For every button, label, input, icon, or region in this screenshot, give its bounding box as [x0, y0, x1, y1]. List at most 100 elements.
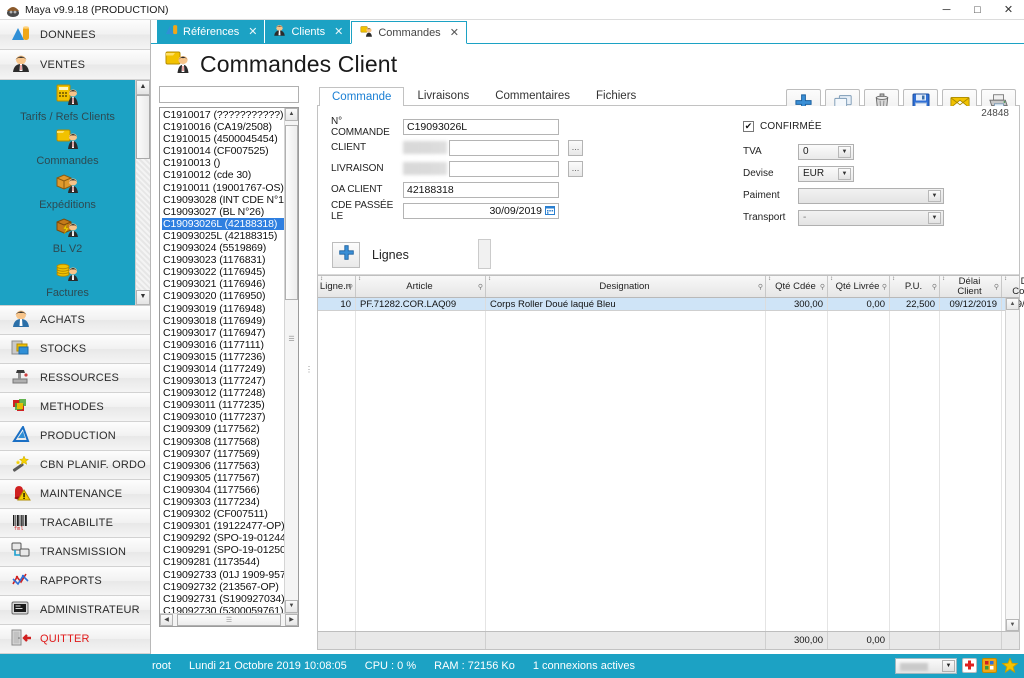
tab-references[interactable]: Références ✕: [157, 20, 265, 43]
chevron-down-icon[interactable]: ▼: [928, 211, 941, 224]
sidebar-item-bl-v2[interactable]: BL V2: [0, 216, 135, 255]
list-item[interactable]: C1910013 (): [162, 157, 284, 169]
livraison-browse-button[interactable]: …: [568, 160, 583, 177]
search-input[interactable]: [159, 86, 299, 103]
table-cell[interactable]: 09/12/2019: [940, 298, 1002, 310]
grid-header-cell[interactable]: ↕ Designation ⚲: [486, 276, 766, 297]
list-item[interactable]: C1910016 (CA19/2508): [162, 121, 284, 133]
filter-icon[interactable]: ⚲: [348, 283, 353, 293]
list-item[interactable]: C1909304 (1177566): [162, 484, 284, 496]
numero-commande-input[interactable]: [403, 118, 559, 135]
sidebar-item-commandes[interactable]: Commandes: [0, 128, 135, 167]
list-item[interactable]: C19093023 (1176831): [162, 254, 284, 266]
scroll-thumb-h[interactable]: ☰: [177, 614, 281, 626]
detail-tab-commentaires[interactable]: Commentaires: [482, 86, 583, 105]
close-icon[interactable]: ✕: [248, 25, 257, 38]
confirmed-checkbox-row[interactable]: ✔ CONFIRMÉE: [743, 118, 1019, 134]
filter-icon[interactable]: ⚲: [478, 283, 483, 293]
list-item[interactable]: C19093017 (1176947): [162, 327, 284, 339]
table-row[interactable]: 10 PF.71282.COR.LAQ09 Corps Roller Doué la…: [318, 298, 1024, 311]
close-button[interactable]: ✕: [993, 0, 1024, 20]
list-item[interactable]: C1910017 (???????????): [162, 109, 284, 121]
apps-grid-icon[interactable]: [982, 657, 997, 675]
list-item[interactable]: C1909281 (1173544): [162, 556, 284, 568]
sort-icon[interactable]: ↕: [320, 276, 323, 282]
list-item[interactable]: C1909302 (CF007511): [162, 508, 284, 520]
subpanel-scrollbar[interactable]: ▲ ▼: [135, 80, 150, 305]
scroll-right-arrow[interactable]: ▶: [285, 614, 298, 626]
grid-header-cell[interactable]: ↕ Ligne.n ⚲: [318, 276, 356, 297]
list-item[interactable]: C19093027 (BL N°26): [162, 206, 284, 218]
detail-tab-fichiers[interactable]: Fichiers: [583, 86, 649, 105]
lines-scroll-stub[interactable]: [478, 239, 491, 269]
grid-header-cell[interactable]: ↕ Qté Cdée ⚲: [766, 276, 828, 297]
sidebar-item-transmission[interactable]: TRANSMISSION: [0, 538, 150, 567]
table-cell[interactable]: 10: [318, 298, 356, 310]
sort-icon[interactable]: ↕: [358, 276, 361, 282]
list-item[interactable]: C19093010 (1177237): [162, 411, 284, 423]
sidebar-item-partial[interactable]: [0, 304, 135, 305]
sidebar-item-quitter[interactable]: QUITTER: [0, 625, 150, 654]
maximize-button[interactable]: □: [962, 0, 993, 20]
confirmed-checkbox[interactable]: ✔: [743, 120, 754, 132]
chevron-down-icon[interactable]: ▼: [942, 660, 955, 672]
close-icon[interactable]: ✕: [334, 25, 343, 38]
sidebar-item-rapports[interactable]: RAPPORTS: [0, 567, 150, 596]
tab-commandes[interactable]: Commandes ✕: [351, 21, 467, 44]
grid-header-cell[interactable]: ↕ Délai Client ⚲: [940, 276, 1002, 297]
scroll-down-arrow[interactable]: ▼: [1006, 619, 1019, 631]
list-item[interactable]: C19092732 (213567-OP): [162, 581, 284, 593]
sort-icon[interactable]: ↕: [1004, 276, 1007, 282]
list-item[interactable]: C1909306 (1177563): [162, 460, 284, 472]
favorite-star-icon[interactable]: [1001, 656, 1019, 675]
scroll-left-arrow[interactable]: ◀: [160, 614, 173, 626]
filter-icon[interactable]: ⚲: [758, 283, 763, 293]
filter-icon[interactable]: ⚲: [932, 283, 937, 293]
grid-vertical-scrollbar[interactable]: ▲ ▼: [1005, 298, 1019, 631]
sidebar-item-tracabilite[interactable]: fml TRACABILITE: [0, 509, 150, 538]
sidebar-item-administrateur[interactable]: ADMINISTRATEUR: [0, 596, 150, 625]
list-item[interactable]: C19092733 (01J 1909-957/Bo: [162, 569, 284, 581]
list-item[interactable]: C1909308 (1177568): [162, 436, 284, 448]
client-browse-button[interactable]: …: [568, 139, 583, 156]
status-combo[interactable]: ▼: [895, 658, 957, 674]
filter-icon[interactable]: ⚲: [882, 283, 887, 293]
list-item[interactable]: C1909305 (1177567): [162, 472, 284, 484]
sidebar-item-stocks[interactable]: STOCKS: [0, 335, 150, 364]
calendar-icon[interactable]: [545, 205, 557, 217]
filter-icon[interactable]: ⚲: [994, 283, 999, 293]
list-vertical-scrollbar[interactable]: ▲ ☰ ▼: [284, 108, 298, 613]
scroll-down-arrow[interactable]: ▼: [136, 290, 150, 305]
list-item[interactable]: C1909301 (19122477-OP): [162, 520, 284, 532]
scroll-up-arrow[interactable]: ▲: [285, 108, 298, 121]
select-paiment[interactable]: ▼: [798, 187, 944, 204]
sidebar-item-methodes[interactable]: METHODES: [0, 393, 150, 422]
health-plus-icon[interactable]: [962, 657, 977, 675]
list-item[interactable]: C19092730 (5300059761): [162, 605, 284, 613]
list-item[interactable]: C19093022 (1176945): [162, 266, 284, 278]
list-item[interactable]: C1909291 (SPO-19-01250-SY: [162, 544, 284, 556]
list-item[interactable]: C19093021 (1176946): [162, 278, 284, 290]
grid-header-cell[interactable]: ↕ Qté Livrée ⚲: [828, 276, 890, 297]
add-line-button[interactable]: [332, 241, 360, 268]
scroll-thumb[interactable]: [285, 125, 298, 300]
scroll-up-arrow[interactable]: ▲: [1006, 298, 1019, 310]
oa-client-input[interactable]: [403, 181, 559, 198]
table-cell[interactable]: 0,00: [828, 298, 890, 310]
list-item[interactable]: C19093016 (1177111): [162, 339, 284, 351]
scroll-down-arrow[interactable]: ▼: [285, 600, 298, 613]
order-items[interactable]: C1910017 (???????????) C1910016 (CA19/250…: [160, 108, 284, 613]
scroll-track[interactable]: ☰: [285, 121, 298, 600]
list-item[interactable]: C19093012 (1177248): [162, 387, 284, 399]
sidebar-item-production[interactable]: PRODUCTION: [0, 422, 150, 451]
table-cell[interactable]: 22,500: [890, 298, 940, 310]
grid-body[interactable]: 10 PF.71282.COR.LAQ09 Corps Roller Doué la…: [318, 298, 1024, 631]
tab-clients[interactable]: Clients ✕: [265, 20, 351, 43]
detail-tab-commande[interactable]: Commande: [319, 87, 405, 106]
minimize-button[interactable]: ─: [931, 0, 962, 20]
scroll-track[interactable]: [1006, 310, 1019, 619]
livraison-input[interactable]: [449, 160, 559, 177]
detail-tab-livraisons[interactable]: Livraisons: [404, 86, 482, 105]
cde-passee-le-input[interactable]: [403, 202, 559, 219]
chevron-down-icon[interactable]: ▼: [838, 145, 851, 158]
